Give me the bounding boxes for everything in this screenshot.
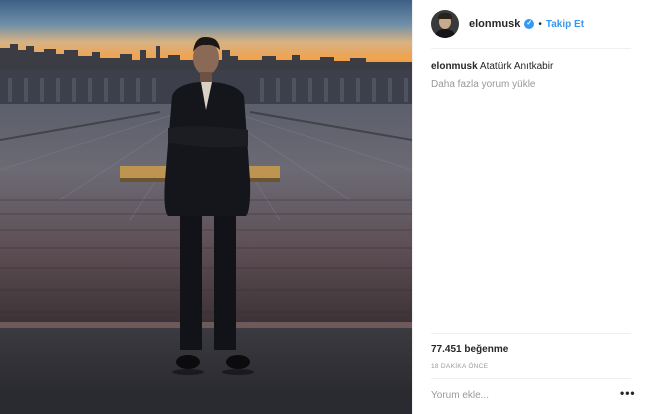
header-divider [431, 48, 631, 49]
instagram-post: elonmusk ✓ • Takip Et elonmusk Atatürk A… [0, 0, 646, 414]
header-username[interactable]: elonmusk [469, 18, 520, 30]
follow-button[interactable]: Takip Et [546, 19, 584, 30]
post-side-panel: elonmusk ✓ • Takip Et elonmusk Atatürk A… [412, 0, 646, 414]
more-options-icon[interactable]: ••• [620, 387, 636, 399]
photo-scene [0, 0, 412, 414]
likes-count[interactable]: 77.451 beğenme [431, 344, 508, 355]
post-photo[interactable] [0, 0, 412, 414]
caption-text: Atatürk Anıtkabir [479, 61, 554, 72]
avatar[interactable] [431, 10, 459, 38]
separator-dot: • [538, 18, 542, 30]
comment-input[interactable] [431, 387, 611, 403]
caption-username[interactable]: elonmusk [431, 61, 478, 72]
load-more-comments-link[interactable]: Daha fazla yorum yükle [431, 79, 536, 90]
post-caption: elonmusk Atatürk Anıtkabir [431, 61, 553, 72]
verified-badge-icon: ✓ [524, 19, 535, 29]
actions-divider [431, 333, 631, 334]
comment-divider [431, 378, 631, 379]
post-header: elonmusk ✓ • Takip Et [413, 0, 646, 48]
post-timestamp[interactable]: 18 DAKİKA ÖNCE [431, 363, 488, 370]
